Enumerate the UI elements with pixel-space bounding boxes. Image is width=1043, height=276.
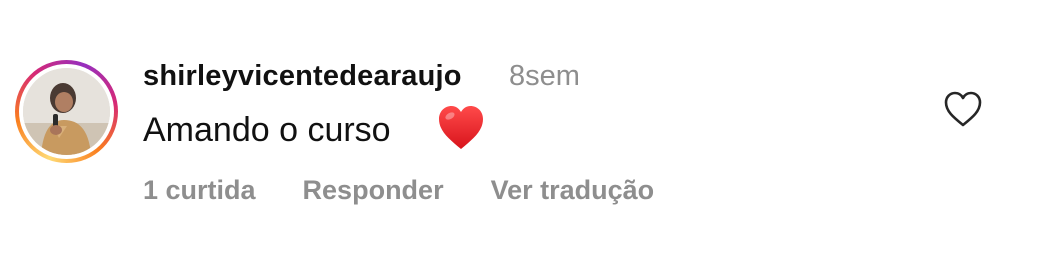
profile-photo-image <box>23 68 110 155</box>
comment-timestamp: 8sem <box>509 60 580 92</box>
see-translation-button[interactable]: Ver tradução <box>491 172 655 208</box>
comment-username[interactable]: shirleyvicentedearaujo <box>143 58 462 94</box>
red-heart-emoji-icon <box>439 106 483 149</box>
reply-button[interactable]: Responder <box>303 172 444 208</box>
avatar-story-ring-gap <box>19 64 114 159</box>
comment-text: Amando o curso <box>143 111 391 149</box>
likes-count-link[interactable]: 1 curtida <box>143 172 256 208</box>
heart-outline-icon[interactable] <box>943 90 983 128</box>
comment-actions: 1 curtida Responder Ver tradução <box>143 172 654 208</box>
avatar[interactable] <box>15 60 118 163</box>
comment-item: shirleyvicentedearaujo 8sem Amando o cur… <box>0 0 1043 276</box>
avatar-photo <box>23 68 110 155</box>
